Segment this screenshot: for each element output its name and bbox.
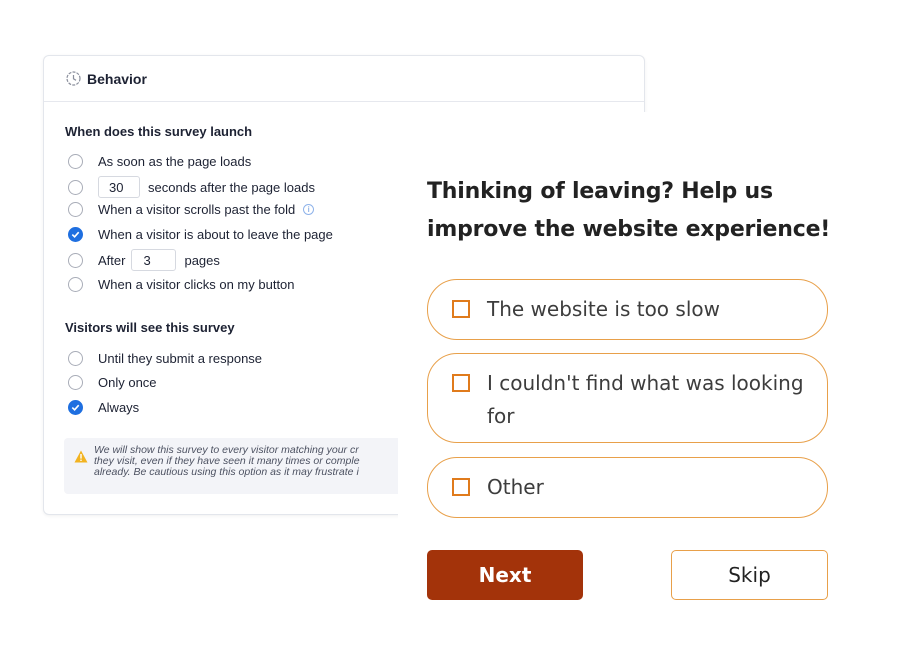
radio-button[interactable] (68, 154, 83, 169)
next-button[interactable]: Next (427, 550, 583, 600)
behavior-header: Behavior (44, 56, 644, 102)
info-icon[interactable]: i (303, 204, 315, 215)
option-label: seconds after the page loads (148, 179, 315, 195)
choice-label: The website is too slow (487, 297, 720, 321)
question-line: improve the website experience! (427, 217, 831, 242)
option-label: Always (98, 400, 140, 415)
frequency-option-once[interactable]: Only once (68, 375, 157, 390)
radio-button[interactable] (68, 202, 83, 217)
radio-button-checked[interactable] (68, 227, 83, 242)
option-label: When a visitor is about to leave the pag… (98, 227, 333, 242)
choice-label: I couldn't find what was looking (487, 371, 804, 395)
choice-too-slow[interactable]: The website is too slow (427, 279, 828, 340)
option-label: When a visitor scrolls past the fold (98, 202, 296, 217)
choice-couldnt-find[interactable]: I couldn't find what was looking for (427, 353, 828, 443)
option-label: When a visitor clicks on my button (98, 277, 295, 292)
option-label: Only once (98, 375, 157, 390)
launch-section-title: When does this survey launch (65, 124, 253, 139)
frequency-option-always[interactable]: Always (68, 400, 139, 415)
frequency-section-title: Visitors will see this survey (65, 320, 235, 335)
warning-notice: We will show this survey to every visito… (64, 438, 404, 494)
skip-button[interactable]: Skip (671, 550, 828, 600)
radio-button[interactable] (68, 351, 83, 366)
warning-text: We will show this survey to every visito… (94, 445, 399, 478)
launch-option-pages[interactable]: After 3 pages (68, 249, 220, 271)
choice-label-continued: for (487, 404, 515, 428)
launch-option-seconds[interactable]: 30 seconds after the page loads (68, 176, 315, 198)
launch-option-button-click[interactable]: When a visitor clicks on my button (68, 277, 295, 292)
survey-question: Thinking of leaving? Help us improve the… (427, 173, 830, 249)
warning-icon (74, 450, 88, 466)
checkbox[interactable] (452, 374, 470, 392)
pages-input[interactable]: 3 (131, 249, 177, 271)
option-label: Until they submit a response (98, 351, 263, 366)
check-icon (71, 404, 80, 411)
frequency-option-until-submit[interactable]: Until they submit a response (68, 351, 262, 366)
option-label: As soon as the page loads (98, 154, 252, 169)
launch-option-exit-intent[interactable]: When a visitor is about to leave the pag… (68, 227, 333, 242)
check-icon (71, 231, 80, 238)
question-line: Thinking of leaving? Help us (427, 179, 773, 204)
choice-label: Other (487, 475, 544, 499)
warning-line: already. Be cautious using this option a… (94, 466, 359, 478)
choice-other[interactable]: Other (427, 457, 828, 518)
behavior-title: Behavior (87, 70, 147, 87)
checkbox[interactable] (452, 300, 470, 318)
launch-option-scroll[interactable]: When a visitor scrolls past the fold i (68, 202, 315, 217)
checkbox[interactable] (452, 478, 470, 496)
radio-button[interactable] (68, 252, 83, 268)
radio-button[interactable] (68, 375, 83, 390)
radio-button[interactable] (68, 277, 83, 292)
option-prefix: After (98, 252, 126, 268)
seconds-input[interactable]: 30 (98, 176, 140, 198)
radio-button[interactable] (68, 179, 83, 195)
launch-option-page-load[interactable]: As soon as the page loads (68, 154, 251, 169)
option-label: pages (184, 252, 220, 268)
clock-icon (66, 71, 81, 86)
radio-button-checked[interactable] (68, 400, 83, 415)
